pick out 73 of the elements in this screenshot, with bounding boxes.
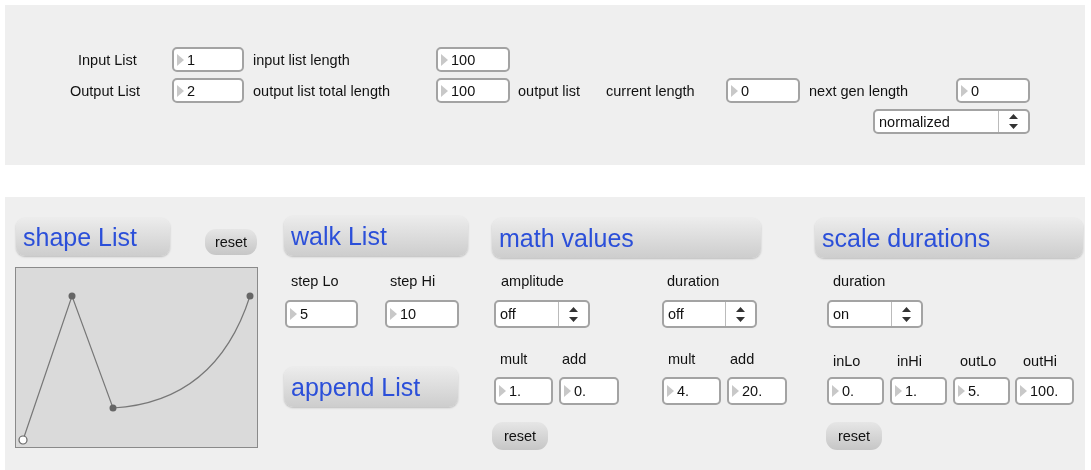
section-title: math values — [492, 218, 761, 258]
label: output list — [518, 81, 581, 101]
triangle-icon — [961, 84, 968, 97]
section-title: shape List — [16, 218, 170, 256]
breakpoint[interactable] — [109, 404, 117, 412]
number-field[interactable]: 100 — [436, 78, 510, 103]
label: Output List — [70, 81, 141, 101]
label: duration — [667, 272, 720, 291]
triangle-icon — [1020, 385, 1027, 397]
label: add — [730, 350, 755, 369]
triangle-icon — [177, 53, 184, 66]
triangle-icon — [667, 385, 674, 397]
label: current length — [606, 81, 695, 101]
number-field[interactable]: 10 — [385, 300, 459, 328]
label: mult — [668, 350, 696, 369]
number-field[interactable]: 0 — [956, 78, 1030, 103]
breakpoint[interactable] — [68, 292, 76, 300]
triangle-icon — [564, 385, 571, 397]
label: input list length — [253, 50, 350, 70]
number-field[interactable]: 1. — [494, 377, 553, 405]
dropdown-menu[interactable]: normalized — [873, 109, 1030, 134]
triangle-icon — [731, 84, 738, 97]
triangle-icon — [958, 385, 965, 397]
updown-arrows-icon — [1009, 114, 1018, 129]
label: add — [562, 350, 587, 369]
triangle-icon — [177, 84, 184, 97]
dropdown-menu[interactable]: off — [494, 300, 590, 328]
dropdown-menu[interactable]: off — [662, 300, 757, 328]
label: next gen length — [809, 81, 909, 101]
label: output list total length — [253, 81, 391, 101]
reset-button[interactable]: reset — [492, 422, 548, 450]
label: amplitude — [501, 272, 564, 291]
number-field[interactable]: 100 — [436, 47, 510, 72]
updown-arrows-icon — [902, 306, 911, 322]
number-field[interactable]: 20. — [727, 377, 787, 405]
label: duration — [833, 272, 886, 291]
section-title: append List — [284, 367, 458, 407]
breakpoint[interactable] — [246, 292, 254, 300]
triangle-icon — [290, 308, 297, 320]
label: step Hi — [390, 272, 436, 291]
triangle-icon — [895, 385, 902, 397]
label: inLo — [833, 352, 861, 371]
updown-arrows-icon — [736, 306, 745, 322]
number-field[interactable]: 5 — [285, 300, 358, 328]
reset-button[interactable]: reset — [826, 422, 882, 450]
number-field[interactable]: 1. — [890, 377, 947, 405]
triangle-icon — [832, 385, 839, 397]
section-title: walk List — [284, 216, 468, 256]
number-field[interactable]: 4. — [662, 377, 721, 405]
triangle-icon — [390, 308, 397, 320]
number-field[interactable]: 2 — [172, 78, 244, 103]
number-field[interactable]: 0. — [827, 377, 884, 405]
updown-arrows-icon — [569, 306, 578, 322]
label: outLo — [960, 352, 997, 371]
number-field[interactable]: 0. — [559, 377, 619, 405]
dropdown-menu[interactable]: on — [827, 300, 923, 328]
reset-button[interactable]: reset — [205, 229, 257, 255]
triangle-icon — [441, 53, 448, 66]
number-field[interactable]: 1 — [172, 47, 244, 72]
triangle-icon — [732, 385, 739, 397]
breakpoint[interactable] — [18, 435, 28, 445]
number-field[interactable]: 100. — [1015, 377, 1074, 405]
label: Input List — [78, 50, 137, 70]
function-graph[interactable] — [15, 267, 258, 448]
label: step Lo — [291, 272, 339, 291]
label: inHi — [897, 352, 922, 371]
label: outHi — [1023, 352, 1057, 371]
number-field[interactable]: 0 — [726, 78, 800, 103]
label: mult — [500, 350, 528, 369]
section-title: scale durations — [815, 218, 1083, 258]
triangle-icon — [499, 385, 506, 397]
triangle-icon — [441, 84, 448, 97]
number-field[interactable]: 5. — [953, 377, 1010, 405]
